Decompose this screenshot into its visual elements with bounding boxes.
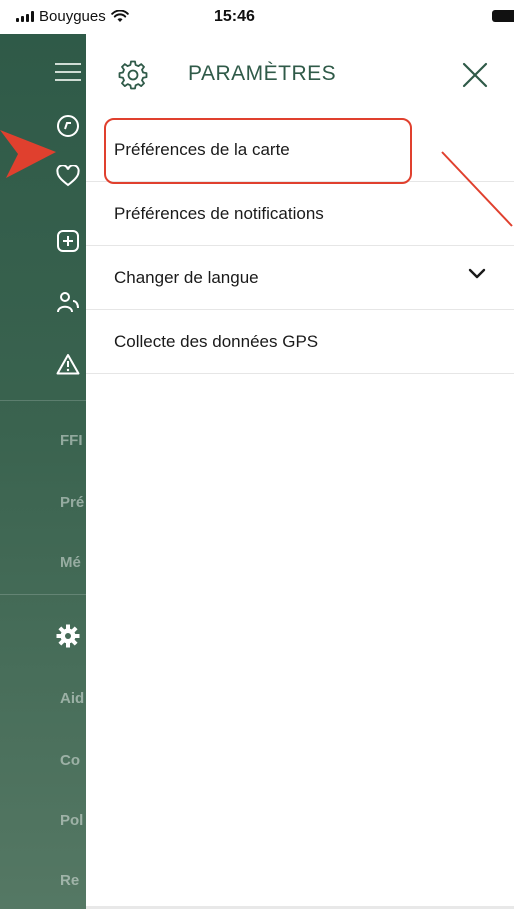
sidebar-item-text[interactable]: Re (60, 872, 79, 889)
sidebar-item-text[interactable]: Pré (60, 494, 84, 511)
add-box-icon[interactable] (54, 227, 82, 255)
sidebar-item-text[interactable]: Co (60, 752, 80, 769)
compass-icon[interactable] (54, 112, 82, 140)
menu-item-label: Préférences de la carte (114, 139, 290, 159)
sidebar-item-text[interactable]: FFI (60, 432, 83, 449)
status-time: 15:46 (214, 8, 255, 25)
heart-icon[interactable] (54, 162, 82, 190)
menu-item-gps-data-collection[interactable]: Collecte des données GPS (86, 310, 514, 374)
close-button[interactable] (458, 58, 492, 92)
close-icon (462, 62, 488, 88)
status-left: Bouygues (16, 8, 129, 25)
chevron-down-icon (468, 268, 486, 279)
battery-icon (492, 10, 514, 22)
screen: Bouygues 15:46 FFI Pré Mé Aid Co Pol Re … (0, 0, 514, 909)
warning-icon[interactable] (54, 350, 82, 378)
menu-item-label: Changer de langue (114, 267, 259, 287)
menu-item-change-language[interactable]: Changer de langue (86, 246, 514, 310)
menu-item-label: Préférences de notifications (114, 203, 324, 223)
gear-icon[interactable] (54, 622, 82, 650)
menu-icon[interactable] (54, 58, 82, 86)
page-title: PARAMÈTRES (188, 62, 337, 85)
sidebar-item-text[interactable]: Aid (60, 690, 84, 707)
wifi-icon (110, 10, 129, 22)
carrier-name: Bouygues (39, 8, 106, 25)
annotation-arrow-icon (0, 130, 56, 178)
sidebar-divider (0, 400, 86, 401)
sidebar-item-text[interactable]: Pol (60, 812, 83, 829)
sidebar-item-text[interactable]: Mé (60, 554, 81, 571)
annotation-line-icon (441, 151, 513, 227)
signal-icon (16, 11, 34, 22)
sidebar-divider (0, 594, 86, 595)
menu-item-label: Collecte des données GPS (114, 331, 319, 351)
status-bar: Bouygues 15:46 (0, 0, 514, 34)
panel-header: PARAMÈTRES (86, 34, 514, 116)
gear-icon (118, 60, 148, 90)
users-icon[interactable] (54, 288, 82, 316)
